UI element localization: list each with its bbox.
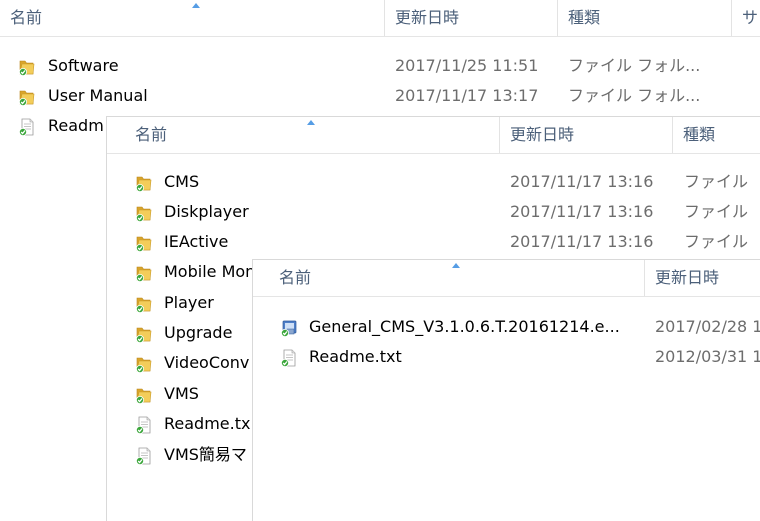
item-modified: 2017/11/25 11:51 bbox=[395, 56, 539, 75]
sort-ascending-icon bbox=[192, 3, 200, 8]
column-header-modified-label: 更新日時 bbox=[395, 8, 460, 27]
folder-icon bbox=[135, 355, 153, 373]
item-name: CMS bbox=[164, 172, 200, 191]
item-type: ファイル bbox=[684, 232, 749, 251]
item-type: ファイル フォル... bbox=[568, 56, 701, 75]
item-name: Readme.txt bbox=[309, 347, 402, 366]
item-modified: 2017/11/17 13:16 bbox=[510, 202, 654, 221]
folder-icon bbox=[135, 295, 153, 313]
folder-icon bbox=[135, 325, 153, 343]
text-file-icon bbox=[280, 349, 298, 367]
folder-icon bbox=[18, 88, 36, 106]
folder-icon bbox=[135, 234, 153, 252]
item-name: General_CMS_V3.1.0.6.T.20161214.e... bbox=[309, 317, 620, 336]
column-header-type-label: 種類 bbox=[683, 125, 716, 144]
explorer-window-cms: 名前 更新日時 General_CMS_V3.1.0.6.T.20161214.… bbox=[252, 259, 760, 521]
folder-icon bbox=[135, 386, 153, 404]
column-header-name-label: 名前 bbox=[279, 268, 312, 287]
item-modified: 2017/11/17 13:16 bbox=[510, 172, 654, 191]
list-item[interactable]: User Manual 2017/11/17 13:17 ファイル フォル... bbox=[0, 81, 760, 111]
column-header-modified[interactable]: 更新日時 bbox=[645, 260, 760, 296]
column-header-size-label: サ bbox=[742, 8, 759, 27]
column-header-bar: 名前 更新日時 bbox=[253, 260, 760, 297]
folder-icon bbox=[135, 174, 153, 192]
item-type: ファイル bbox=[684, 202, 749, 221]
list-item[interactable]: IEActive 2017/11/17 13:16 ファイル bbox=[107, 227, 760, 257]
list-item[interactable]: Readme.txt 2012/03/31 1 bbox=[253, 342, 760, 372]
column-header-bar: 名前 更新日時 種類 bbox=[107, 117, 760, 154]
item-name: User Manual bbox=[48, 86, 148, 105]
text-file-icon bbox=[18, 118, 36, 136]
item-type: ファイル フォル... bbox=[568, 86, 701, 105]
sort-ascending-icon bbox=[452, 263, 460, 268]
list-item[interactable]: CMS 2017/11/17 13:16 ファイル bbox=[107, 167, 760, 197]
sort-ascending-icon bbox=[307, 120, 315, 125]
text-file-icon bbox=[135, 416, 153, 434]
folder-icon bbox=[18, 58, 36, 76]
column-header-type[interactable]: 種類 bbox=[558, 0, 732, 36]
item-name: IEActive bbox=[164, 232, 229, 251]
list-item[interactable]: Software 2017/11/25 11:51 ファイル フォル... bbox=[0, 51, 760, 81]
column-header-bar: 名前 更新日時 種類 サ bbox=[0, 0, 760, 37]
item-modified: 2017/11/17 13:16 bbox=[510, 232, 654, 251]
item-name: Diskplayer bbox=[164, 202, 249, 221]
column-header-type[interactable]: 種類 bbox=[673, 117, 760, 153]
column-header-modified[interactable]: 更新日時 bbox=[500, 117, 673, 153]
item-type: ファイル bbox=[684, 172, 749, 191]
item-modified: 2017/02/28 1 bbox=[655, 317, 760, 336]
column-header-name[interactable]: 名前 bbox=[107, 117, 500, 153]
column-header-name[interactable]: 名前 bbox=[253, 260, 645, 296]
column-header-name-label: 名前 bbox=[135, 125, 168, 144]
column-header-modified-label: 更新日時 bbox=[655, 268, 720, 287]
installer-icon bbox=[280, 319, 298, 337]
folder-icon bbox=[135, 204, 153, 222]
item-name: Software bbox=[48, 56, 119, 75]
list-item[interactable]: General_CMS_V3.1.0.6.T.20161214.e... 201… bbox=[253, 312, 760, 342]
item-modified: 2017/11/17 13:17 bbox=[395, 86, 539, 105]
list-item[interactable]: Diskplayer 2017/11/17 13:16 ファイル bbox=[107, 197, 760, 227]
text-file-icon bbox=[135, 447, 153, 465]
folder-icon bbox=[135, 264, 153, 282]
item-modified: 2012/03/31 1 bbox=[655, 347, 760, 366]
column-header-name-label: 名前 bbox=[10, 8, 43, 27]
column-header-modified-label: 更新日時 bbox=[510, 125, 575, 144]
column-header-modified[interactable]: 更新日時 bbox=[385, 0, 558, 36]
column-header-size[interactable]: サ bbox=[732, 0, 760, 36]
column-header-type-label: 種類 bbox=[568, 8, 601, 27]
